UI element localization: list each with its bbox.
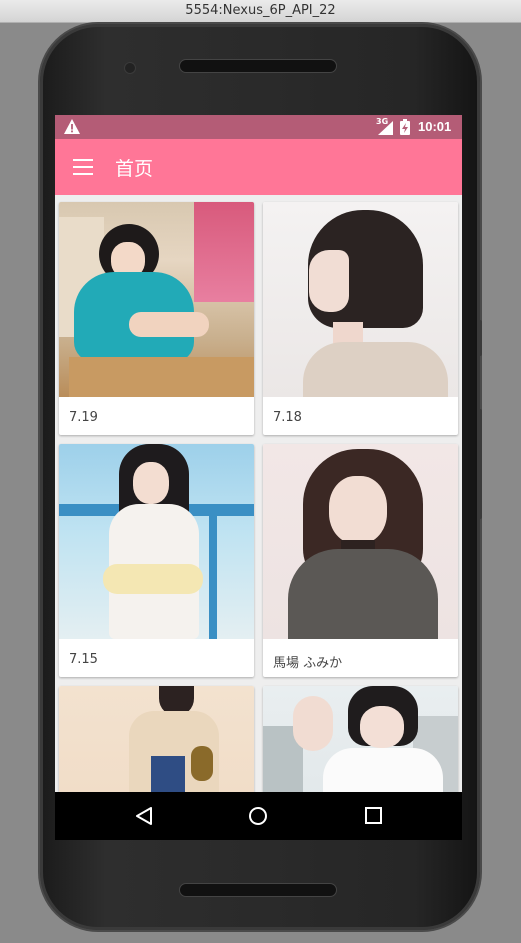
top-speaker <box>179 59 337 73</box>
photo-card[interactable] <box>263 686 458 792</box>
signal-icon <box>378 121 393 135</box>
warning-triangle-icon <box>64 119 80 134</box>
volume-rocker[interactable] <box>478 409 482 519</box>
hamburger-menu-icon[interactable] <box>73 159 93 175</box>
photo-card[interactable]: 7.15 <box>59 444 254 677</box>
photo-caption: 7.15 <box>69 652 98 667</box>
window-title: 5554:Nexus_6P_API_22 <box>185 3 336 18</box>
photo-image <box>59 686 254 792</box>
photo-card[interactable]: 7.18 <box>263 202 458 435</box>
photo-caption: 馬場 ふみか <box>273 656 343 671</box>
page-title: 首页 <box>115 158 154 180</box>
photo-grid[interactable]: 7.19 7.18 7.15 馬場 ふみか <box>55 195 462 792</box>
photo-card[interactable]: 7.19 <box>59 202 254 435</box>
battery-icon <box>400 119 410 135</box>
power-button[interactable] <box>478 320 482 356</box>
front-camera <box>124 62 136 74</box>
photo-card[interactable]: 馬場 ふみか <box>263 444 458 677</box>
photo-image <box>263 444 458 639</box>
home-icon[interactable] <box>248 806 268 826</box>
back-icon[interactable] <box>135 807 153 825</box>
photo-image <box>263 202 458 397</box>
emulator-title-bar: 5554:Nexus_6P_API_22 <box>0 0 521 23</box>
bottom-speaker <box>179 883 337 897</box>
photo-card[interactable] <box>59 686 254 792</box>
status-time: 10:01 <box>418 119 452 134</box>
recents-icon[interactable] <box>365 807 382 824</box>
photo-caption: 7.19 <box>69 410 98 425</box>
device-screen: 3G 10:01 首页 7.19 7.18 7.15 馬場 ふみか <box>55 115 462 840</box>
photo-image <box>59 202 254 397</box>
photo-caption: 7.18 <box>273 410 302 425</box>
status-bar: 3G 10:01 <box>55 115 462 139</box>
navigation-bar <box>55 792 462 840</box>
app-bar: 首页 <box>55 139 462 195</box>
photo-image <box>59 444 254 639</box>
photo-image <box>263 686 458 792</box>
